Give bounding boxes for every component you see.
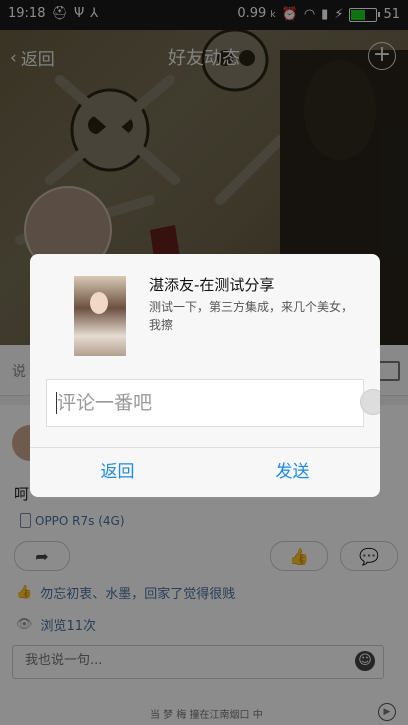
- share-description: 测试一下，第三方集成，来几个美女，我擦: [149, 300, 354, 332]
- thumbnail-face: [90, 292, 108, 314]
- share-thumbnail: [74, 276, 126, 356]
- send-button[interactable]: 发送: [205, 448, 380, 497]
- dialog-comment-input[interactable]: [55, 388, 349, 418]
- share-title: 湛添友-在测试分享: [149, 276, 275, 294]
- comment-field[interactable]: [46, 379, 364, 427]
- back-button[interactable]: 返回: [30, 448, 205, 497]
- share-dialog: 湛添友-在测试分享 测试一下，第三方集成，来几个美女，我擦 返回 发送: [30, 254, 380, 497]
- scroll-knob[interactable]: [360, 389, 380, 415]
